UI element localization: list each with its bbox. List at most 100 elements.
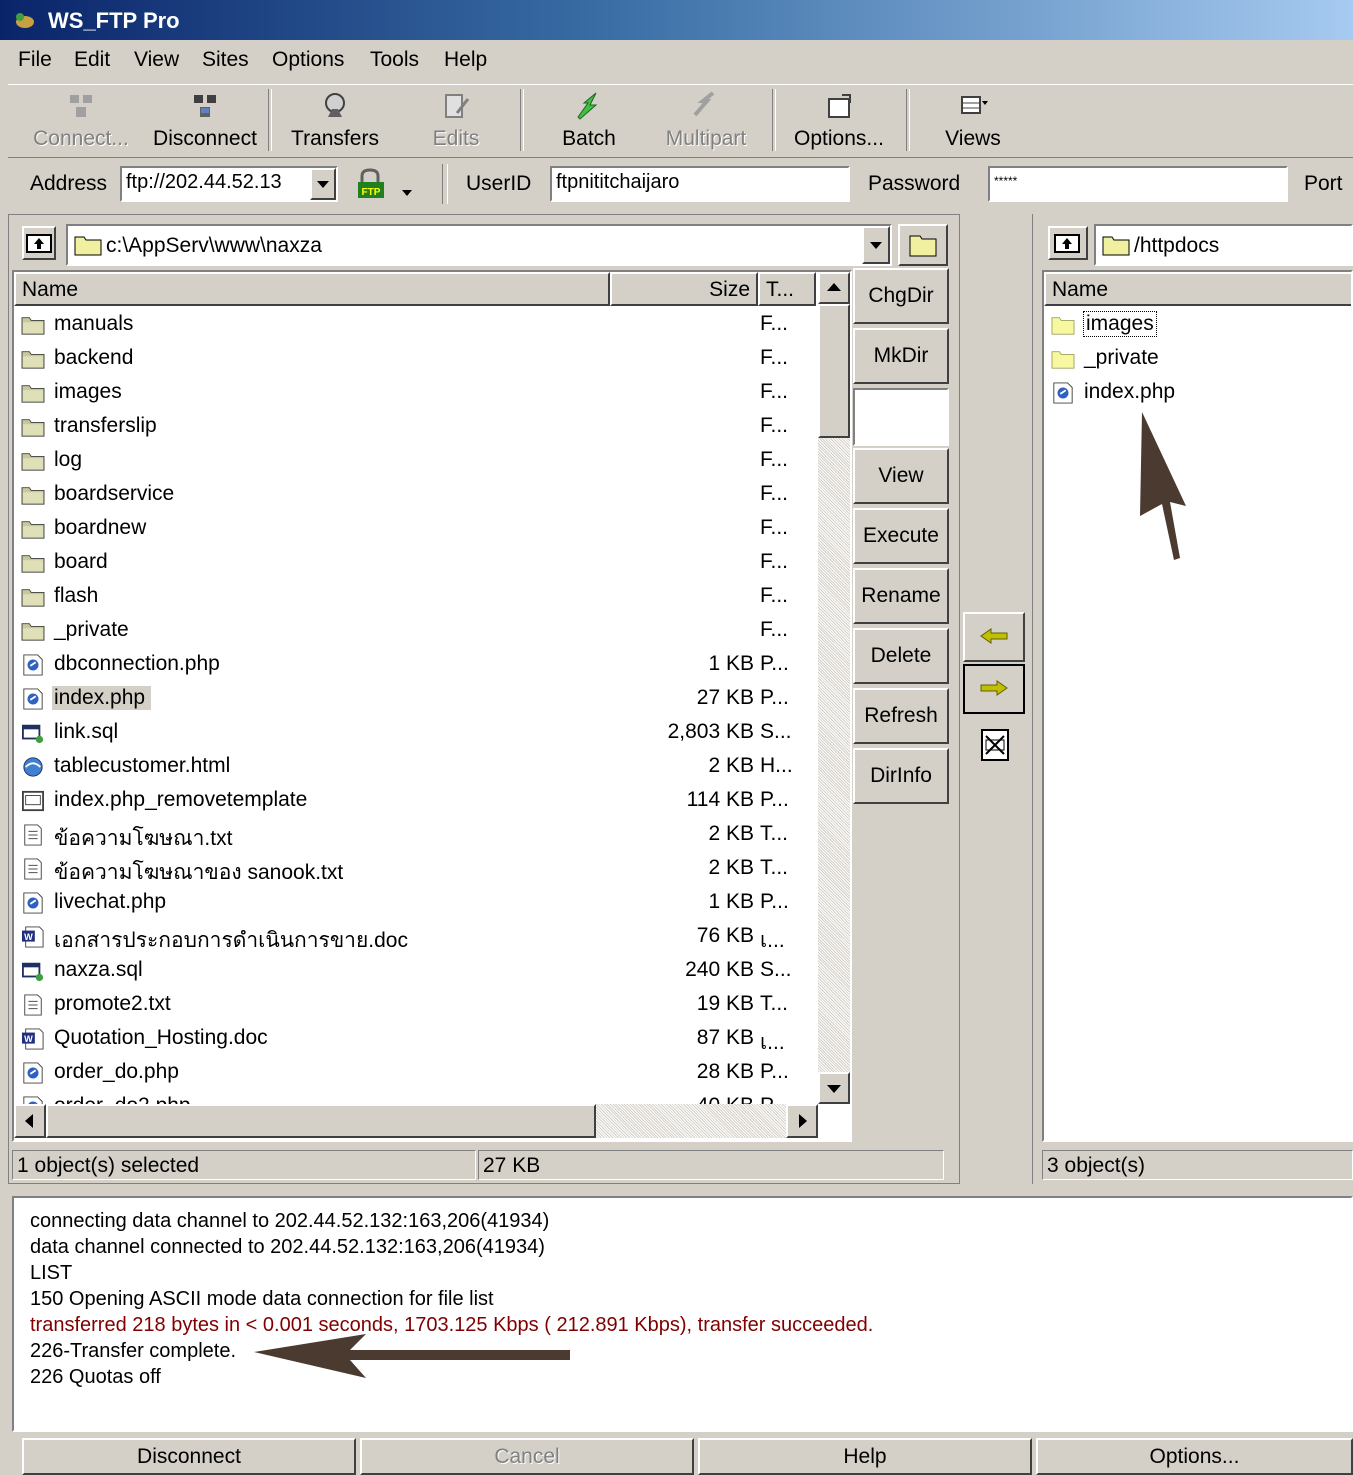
local-file-row[interactable]: log F... <box>14 444 818 478</box>
file-name: board <box>54 550 108 573</box>
password-input[interactable]: ***** <box>988 166 1288 202</box>
local-file-row[interactable]: W Quotation_Hosting.doc 87 KB เ... <box>14 1022 818 1056</box>
local-file-row[interactable]: order_do.php 28 KB P... <box>14 1056 818 1090</box>
scroll-left-button[interactable] <box>14 1104 46 1138</box>
filter-input[interactable] <box>853 388 949 446</box>
file-name: dbconnection.php <box>54 652 220 675</box>
file-type: P... <box>760 890 789 913</box>
local-file-row[interactable]: naxza.sql 240 KB S... <box>14 954 818 988</box>
php-file-icon <box>23 654 43 676</box>
local-file-row[interactable]: boardservice F... <box>14 478 818 512</box>
edits-button[interactable]: Edits <box>416 85 496 155</box>
delete-button[interactable]: Delete <box>853 628 949 684</box>
local-file-row[interactable]: index.php 27 KB P... <box>14 682 818 716</box>
local-file-row[interactable]: _private F... <box>14 614 818 648</box>
local-file-row[interactable]: images F... <box>14 376 818 410</box>
file-name: transferslip <box>54 414 157 437</box>
mkdir-button[interactable]: MkDir <box>853 328 949 384</box>
local-file-row[interactable]: manuals F... <box>14 308 818 342</box>
options-bottom-button[interactable]: Options... <box>1036 1438 1353 1475</box>
folder-icon <box>21 555 45 573</box>
col-header-size[interactable]: Size <box>610 272 758 306</box>
local-file-row[interactable]: tablecustomer.html 2 KB H... <box>14 750 818 784</box>
local-file-row[interactable]: board F... <box>14 546 818 580</box>
local-file-row[interactable]: index.php_removetemplate 114 KB P... <box>14 784 818 818</box>
ftp-connect-lock-button[interactable]: FTP <box>354 168 388 200</box>
menu-view[interactable]: View <box>134 48 179 72</box>
local-file-row[interactable]: boardnew F... <box>14 512 818 546</box>
connect-button[interactable]: Connect... <box>22 85 140 155</box>
remote-file-row[interactable]: images <box>1044 308 1351 342</box>
local-file-row[interactable]: livechat.php 1 KB P... <box>14 886 818 920</box>
menu-options[interactable]: Options <box>272 48 344 72</box>
compare-icon <box>981 729 1009 761</box>
chgdir-button[interactable]: ChgDir <box>853 268 949 324</box>
local-up-dir-button[interactable] <box>22 226 56 260</box>
file-name: images <box>54 380 122 403</box>
menu-sites[interactable]: Sites <box>202 48 249 72</box>
transfer-to-remote-button[interactable] <box>963 664 1025 714</box>
dirinfo-button[interactable]: DirInfo <box>853 748 949 804</box>
hscroll-thumb[interactable] <box>46 1104 596 1138</box>
remote-up-dir-button[interactable] <box>1048 226 1088 260</box>
folder-icon <box>21 521 45 539</box>
local-file-row[interactable]: flash F... <box>14 580 818 614</box>
menu-help[interactable]: Help <box>444 48 487 72</box>
remote-path-box[interactable]: /httpdocs <box>1094 224 1353 266</box>
lock-dropdown-button[interactable] <box>400 180 414 204</box>
local-file-row[interactable]: ข้อความโฆษณา.txt 2 KB T... <box>14 818 818 852</box>
file-name: manuals <box>54 312 134 335</box>
options-toolbar-button[interactable]: Options... <box>784 85 894 155</box>
scroll-down-button[interactable] <box>818 1072 850 1104</box>
help-button[interactable]: Help <box>698 1438 1032 1475</box>
scroll-up-button[interactable] <box>818 272 850 304</box>
remote-path: /httpdocs <box>1134 234 1220 257</box>
local-open-folder-button[interactable] <box>898 224 948 266</box>
remote-col-header-name[interactable]: Name <box>1044 272 1351 306</box>
local-hscrollbar[interactable] <box>14 1104 818 1138</box>
local-file-row[interactable]: link.sql 2,803 KB S... <box>14 716 818 750</box>
local-file-row[interactable]: ข้อความโฆษณาของ sanook.txt 2 KB T... <box>14 852 818 886</box>
transfer-to-local-button[interactable] <box>963 612 1025 662</box>
rename-button[interactable]: Rename <box>853 568 949 624</box>
local-file-list[interactable]: Name Size T... manuals F... backend F... ima… <box>12 270 852 1142</box>
refresh-button[interactable]: Refresh <box>853 688 949 744</box>
ws-ftp-icon <box>16 13 34 28</box>
disconnect-button[interactable]: Disconnect <box>144 85 266 155</box>
address-dropdown-button[interactable] <box>310 168 336 200</box>
local-file-row[interactable]: W เอกสารประกอบการดำเนินการขาย.doc 76 KB เ..… <box>14 920 818 954</box>
batch-button[interactable]: Batch <box>544 85 634 155</box>
compare-button[interactable] <box>978 726 1012 766</box>
view-button[interactable]: View <box>853 448 949 504</box>
local-file-row[interactable]: backend F... <box>14 342 818 376</box>
local-path-box[interactable]: c:\AppServ\www\naxza <box>66 224 892 266</box>
local-file-row[interactable]: promote2.txt 19 KB T... <box>14 988 818 1022</box>
file-size: 87 KB <box>696 1026 754 1049</box>
multipart-button[interactable]: Multipart <box>656 85 756 155</box>
file-size: 28 KB <box>696 1060 754 1083</box>
execute-button[interactable]: Execute <box>853 508 949 564</box>
file-type: F... <box>760 448 789 471</box>
disconnect-bottom-button[interactable]: Disconnect <box>22 1438 356 1475</box>
local-file-row[interactable]: transferslip F... <box>14 410 818 444</box>
cancel-button[interactable]: Cancel <box>360 1438 694 1475</box>
address-input[interactable]: ftp://202.44.52.13 <box>120 166 338 202</box>
local-vscrollbar[interactable] <box>818 272 850 1104</box>
remote-file-row[interactable]: _private <box>1044 342 1351 376</box>
scroll-thumb[interactable] <box>818 304 850 438</box>
col-header-name[interactable]: Name <box>14 272 610 306</box>
local-status-selected: 1 object(s) selected <box>12 1150 476 1180</box>
col-header-type[interactable]: T... <box>758 272 816 306</box>
menu-file[interactable]: File <box>18 48 52 72</box>
annotation-arrow-icon <box>254 1334 570 1378</box>
userid-input[interactable]: ftpnititchaijaro <box>550 166 850 202</box>
transfers-button[interactable]: Transfers <box>278 85 392 155</box>
menu-edit[interactable]: Edit <box>74 48 110 72</box>
folder-icon <box>1051 351 1075 369</box>
menu-tools[interactable]: Tools <box>370 48 419 72</box>
file-icon <box>22 790 44 812</box>
views-button[interactable]: Views <box>928 85 1018 155</box>
local-file-row[interactable]: dbconnection.php 1 KB P... <box>14 648 818 682</box>
local-path-dropdown[interactable] <box>862 226 890 264</box>
scroll-right-button[interactable] <box>786 1104 818 1138</box>
